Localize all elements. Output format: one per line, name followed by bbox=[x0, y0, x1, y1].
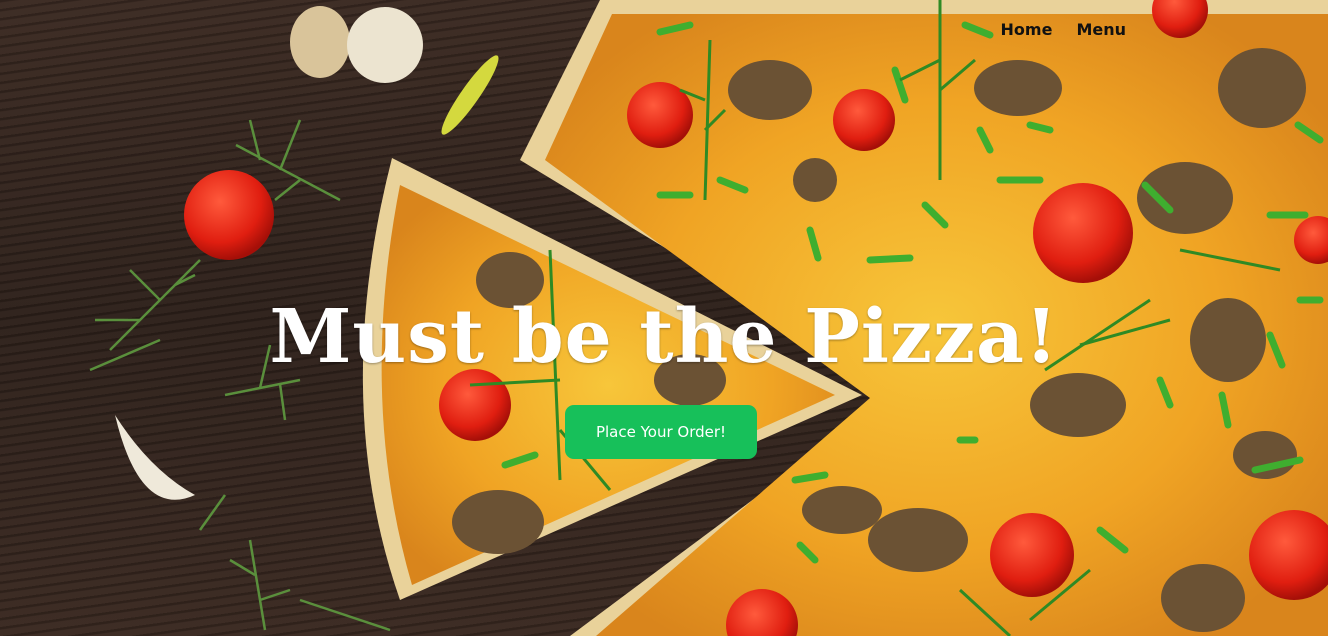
nav-menu-link[interactable]: Menu bbox=[1076, 20, 1126, 39]
main-nav: Home Menu bbox=[1001, 20, 1126, 39]
hero-headline: Must be the Pizza! bbox=[269, 294, 1059, 380]
place-order-button[interactable]: Place Your Order! bbox=[565, 405, 757, 459]
hero-section: Home Menu Must be the Pizza! Place Your … bbox=[0, 0, 1328, 636]
nav-home-link[interactable]: Home bbox=[1001, 20, 1053, 39]
